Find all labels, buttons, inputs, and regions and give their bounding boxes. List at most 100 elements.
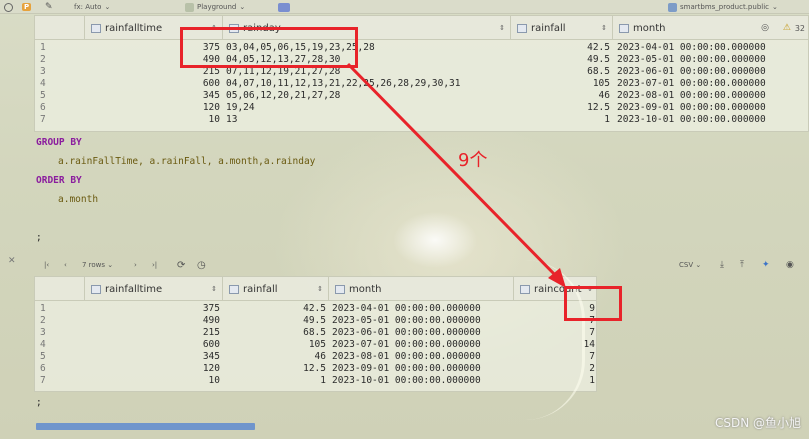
table-row[interactable]: 7 10 1 2023-10-01 00:00:00.000000 1	[35, 375, 596, 386]
cell-rainfall[interactable]: 1	[511, 114, 613, 125]
cell-rainfall[interactable]: 49.5	[511, 54, 613, 65]
close-icon[interactable]: ✕	[8, 256, 16, 266]
cell-month[interactable]: 2023-04-01 00:00:00.000000	[332, 303, 514, 314]
cell-rainday[interactable]: 13	[226, 114, 511, 125]
grid-view-button[interactable]	[278, 0, 290, 14]
cell-month[interactable]: 2023-06-01 00:00:00.000000	[332, 327, 514, 338]
next-page-icon[interactable]: ›	[134, 261, 137, 269]
first-page-icon[interactable]: |‹	[44, 261, 49, 269]
cell-rainfalltime[interactable]: 10	[85, 114, 223, 125]
cell-rainfalltime[interactable]: 345	[85, 351, 223, 362]
cell-month[interactable]: 2023-10-01 00:00:00.000000	[617, 114, 809, 125]
cell-month[interactable]: 2023-08-01 00:00:00.000000	[617, 90, 809, 101]
row-number-header	[35, 277, 85, 301]
cell-rainfalltime[interactable]: 120	[85, 102, 223, 113]
column-header-rainfall[interactable]: rainfall ⇕	[511, 16, 613, 40]
column-icon	[229, 284, 239, 294]
cell-month[interactable]: 2023-07-01 00:00:00.000000	[617, 78, 809, 89]
cell-rainfall[interactable]: 105	[223, 339, 329, 350]
sort-icon[interactable]: ⇕	[317, 285, 323, 293]
table-row[interactable]: 1 375 42.5 2023-04-01 00:00:00.000000 9	[35, 303, 596, 314]
sort-icon[interactable]: ⇕	[211, 285, 217, 293]
column-header-month[interactable]: month ◎ ⚠ 32	[613, 16, 809, 40]
sort-icon[interactable]: ⇕	[499, 24, 505, 32]
cell-month[interactable]: 2023-09-01 00:00:00.000000	[617, 102, 809, 113]
cell-month[interactable]: 2023-06-01 00:00:00.000000	[617, 66, 809, 77]
row-number: 6	[40, 363, 46, 374]
table-row[interactable]: 4 600 04,07,10,11,12,13,21,22,25,26,28,29,…	[35, 78, 808, 89]
cell-rainfall[interactable]: 12.5	[511, 102, 613, 113]
cell-month[interactable]: 2023-09-01 00:00:00.000000	[332, 363, 514, 374]
cell-rainfall[interactable]: 68.5	[223, 327, 329, 338]
table-row[interactable]: 4 600 105 2023-07-01 00:00:00.000000 14	[35, 339, 596, 350]
row-number: 2	[40, 315, 46, 326]
chevron-down-icon: ⌄	[107, 261, 114, 269]
cell-rainfalltime[interactable]: 215	[85, 327, 223, 338]
table-row[interactable]: 6 120 12.5 2023-09-01 00:00:00.000000 2	[35, 363, 596, 374]
last-page-icon[interactable]: ›|	[152, 261, 157, 269]
cell-rainfalltime[interactable]: 600	[85, 78, 223, 89]
cell-rainfall[interactable]: 49.5	[223, 315, 329, 326]
pin-icon[interactable]: ✦	[762, 260, 770, 270]
sql-group-columns[interactable]: a.rainFallTime, a.rainFall, a.month,a.ra…	[58, 156, 315, 167]
rows-selector[interactable]: 7 rows ⌄	[82, 261, 113, 269]
cell-rainfall[interactable]: 46	[511, 90, 613, 101]
cell-rainfalltime[interactable]: 120	[85, 363, 223, 374]
fx-dropdown[interactable]: fx: Auto ⌄	[74, 0, 110, 14]
warning-icon[interactable]: ⚠	[783, 23, 791, 33]
cell-month[interactable]: 2023-10-01 00:00:00.000000	[332, 375, 514, 386]
timer-icon[interactable]: ◷	[197, 260, 206, 271]
column-header-rainfall[interactable]: rainfall ⇕	[223, 277, 329, 301]
horizontal-scrollbar[interactable]	[36, 423, 255, 430]
column-header-rainfalltime[interactable]: rainfalltime ⇕	[85, 277, 223, 301]
eye-off-icon[interactable]: ◎	[761, 23, 769, 33]
cell-month[interactable]: 2023-07-01 00:00:00.000000	[332, 339, 514, 350]
view-icon[interactable]: ◉	[786, 260, 794, 270]
cell-rainday[interactable]: 19,24	[226, 102, 511, 113]
sort-icon[interactable]: ⇕	[601, 24, 607, 32]
prev-page-icon[interactable]: ‹	[64, 261, 67, 269]
cell-rainday[interactable]: 05,06,12,20,21,27,28	[226, 90, 511, 101]
connection-selector[interactable]: smartbms_product.public ⌄	[668, 0, 778, 14]
wrench-icon: ✎	[45, 2, 53, 12]
column-header-month[interactable]: month	[329, 277, 514, 301]
table-row[interactable]: 2 490 04,05,12,13,27,28,30 49.5 2023-05-01 0…	[35, 54, 808, 65]
table-row[interactable]: 6 120 19,24 12.5 2023-09-01 00:00:00.000000	[35, 102, 808, 113]
cell-rainfalltime[interactable]: 490	[85, 315, 223, 326]
project-badge[interactable]: P	[22, 0, 32, 14]
cell-month[interactable]: 2023-08-01 00:00:00.000000	[332, 351, 514, 362]
history-button[interactable]	[4, 0, 13, 14]
table-row[interactable]: 1 375 03,04,05,06,15,19,23,25,28 42.5 2023-0…	[35, 42, 808, 53]
cell-rainfalltime[interactable]: 375	[85, 303, 223, 314]
settings-button[interactable]: ✎	[45, 0, 53, 14]
cell-rainfall[interactable]: 12.5	[223, 363, 329, 374]
column-label: rainfall	[531, 22, 566, 34]
table-row[interactable]: 3 215 68.5 2023-06-01 00:00:00.000000 7	[35, 327, 596, 338]
row-number: 5	[40, 90, 46, 101]
cell-rainfall[interactable]: 42.5	[511, 42, 613, 53]
refresh-icon[interactable]: ⟳	[177, 260, 185, 271]
cell-rainfalltime[interactable]: 345	[85, 90, 223, 101]
cell-rainfall[interactable]: 1	[223, 375, 329, 386]
cell-month[interactable]: 2023-05-01 00:00:00.000000	[332, 315, 514, 326]
sql-order-column[interactable]: a.month	[58, 194, 98, 205]
table-row[interactable]: 3 215 07,11,12,19,21,27,28 68.5 2023-06-01 0…	[35, 66, 808, 77]
cell-rainfall[interactable]: 46	[223, 351, 329, 362]
cell-month[interactable]: 2023-05-01 00:00:00.000000	[617, 54, 809, 65]
table-row[interactable]: 5 345 05,06,12,20,21,27,28 46 2023-08-01 00:…	[35, 90, 808, 101]
cell-rainfalltime[interactable]: 10	[85, 375, 223, 386]
download-icon[interactable]: ⤓	[720, 260, 724, 270]
cell-month[interactable]: 2023-04-01 00:00:00.000000	[617, 42, 809, 53]
table-row[interactable]: 7 10 13 1 2023-10-01 00:00:00.000000	[35, 114, 808, 125]
table-row[interactable]: 5 345 46 2023-08-01 00:00:00.000000 7	[35, 351, 596, 362]
table-row[interactable]: 2 490 49.5 2023-05-01 00:00:00.000000 7	[35, 315, 596, 326]
upload-icon[interactable]: ⤒	[740, 260, 744, 270]
export-format-dropdown[interactable]: CSV ⌄	[679, 261, 701, 269]
cell-rainfall[interactable]: 105	[511, 78, 613, 89]
cell-rainday[interactable]: 04,07,10,11,12,13,21,22,25,26,28,29,30,3…	[226, 78, 511, 89]
schema-dropdown[interactable]: Playground ⌄	[185, 0, 245, 14]
cell-rainfall[interactable]: 68.5	[511, 66, 613, 77]
cell-rainfalltime[interactable]: 600	[85, 339, 223, 350]
cell-rainfall[interactable]: 42.5	[223, 303, 329, 314]
row-number: 4	[40, 78, 46, 89]
